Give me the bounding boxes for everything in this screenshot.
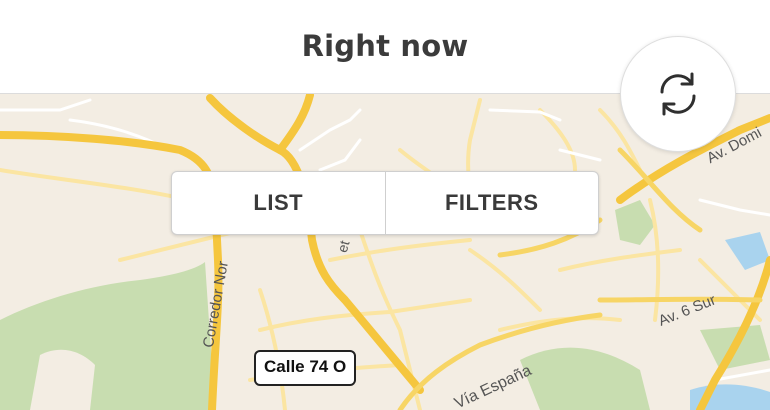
street-name-badge: Calle 74 O [254, 350, 357, 386]
refresh-icon [660, 72, 696, 116]
list-button[interactable]: LIST [172, 172, 385, 234]
view-toggle: LIST FILTERS [171, 171, 599, 235]
refresh-button[interactable] [620, 36, 736, 152]
filters-button[interactable]: FILTERS [384, 172, 599, 234]
